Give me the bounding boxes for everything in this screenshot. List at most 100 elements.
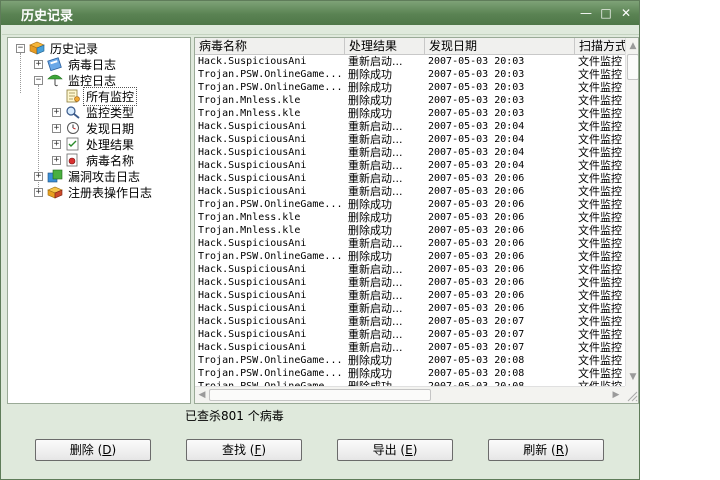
vertical-scroll-thumb[interactable] [627,54,638,80]
history-grid[interactable]: 病毒名称 处理结果 发现日期 扫描方式 Hack.SuspiciousAni 重新… [194,37,639,404]
table-row[interactable]: Hack.SuspiciousAni 重新启动... 2007-05-03 20:0… [195,159,625,172]
expand-icon[interactable]: + [52,107,61,117]
cell-virus-name: Trojan.PSW.OnlineGame... [198,69,343,80]
table-row[interactable]: Hack.SuspiciousAni 重新启动... 2007-05-03 20:0… [195,55,625,68]
history-window: 历史记录 — □ ✕ − 历史记录 + 病毒日志 − 监控日志 所有监控 + 监… [0,0,640,480]
find-button-key: F [254,443,262,457]
refresh-button-key: R [555,443,565,457]
scroll-up-icon[interactable]: ▲ [626,39,638,53]
expand-icon[interactable]: + [52,155,61,165]
tree-node-found-date[interactable]: + 发现日期 [52,120,136,136]
horizontal-scroll-thumb[interactable] [209,389,431,401]
history-tree[interactable]: − 历史记录 + 病毒日志 − 监控日志 所有监控 + 监控类型 + 发现日期 … [7,37,191,404]
scroll-left-icon[interactable]: ◀ [195,388,209,402]
tree-node-root[interactable]: − 历史记录 [16,40,100,56]
vertical-scrollbar[interactable]: ▲ ▼ [625,38,638,386]
tree-node-virus-name[interactable]: + 病毒名称 [52,152,136,168]
tree-label-found-date[interactable]: 发现日期 [84,120,136,137]
tree-label-monitor-type[interactable]: 监控类型 [84,104,136,121]
cell-virus-name: Trojan.Mnless.kle [198,108,301,119]
cell-date: 2007-05-03 20:08 [428,368,525,379]
expand-icon[interactable]: + [34,171,43,181]
table-row[interactable]: Trojan.PSW.OnlineGame... 删除成功 2007-05-03 2… [195,354,625,367]
table-row[interactable]: Hack.SuspiciousAni 重新启动... 2007-05-03 20:0… [195,276,625,289]
tree-root-label[interactable]: 历史记录 [48,40,100,57]
find-button[interactable]: 查找 (F) [186,439,302,461]
table-row[interactable]: Trojan.Mnless.kle 删除成功 2007-05-03 20:03 文件监… [195,94,625,107]
cell-virus-name: Hack.SuspiciousAni [198,160,307,171]
table-row[interactable]: Hack.SuspiciousAni 重新启动... 2007-05-03 20:0… [195,328,625,341]
table-row[interactable]: Hack.SuspiciousAni 重新启动... 2007-05-03 20:0… [195,315,625,328]
collapse-icon[interactable]: − [34,75,43,85]
tree-node-virus-log[interactable]: + 病毒日志 [34,56,118,72]
title-bar[interactable]: 历史记录 — □ ✕ [1,1,639,25]
cell-virus-name: Trojan.Mnless.kle [198,212,301,223]
cell-scan-mode: 文件监控 [578,328,622,341]
column-header-result[interactable]: 处理结果 [345,38,425,55]
maximize-icon[interactable]: □ [599,6,613,20]
cell-result: 重新启动... [348,341,403,354]
expand-icon[interactable]: + [52,123,61,133]
table-row[interactable]: Trojan.PSW.OnlineGame... 删除成功 2007-05-03 2… [195,367,625,380]
table-row[interactable]: Trojan.PSW.OnlineGame... 删除成功 2007-05-03 2… [195,198,625,211]
table-row[interactable]: Trojan.PSW.OnlineGame... 删除成功 2007-05-03 2… [195,81,625,94]
cell-date: 2007-05-03 20:06 [428,212,525,223]
tree-node-registry-log[interactable]: + 注册表操作日志 [34,184,154,200]
tree-label-virus-name[interactable]: 病毒名称 [84,152,136,169]
table-row[interactable]: Hack.SuspiciousAni 重新启动... 2007-05-03 20:0… [195,172,625,185]
scroll-right-icon[interactable]: ▶ [609,388,623,402]
cell-result: 删除成功 [348,224,392,237]
exploit-icon [47,169,63,183]
expand-icon[interactable]: + [52,139,61,149]
horizontal-scrollbar[interactable]: ◀ ▶ [195,386,625,403]
cell-date: 2007-05-03 20:06 [428,264,525,275]
cell-virus-name: Hack.SuspiciousAni [198,238,307,249]
cell-result: 删除成功 [348,81,392,94]
tree-label-virus-log[interactable]: 病毒日志 [66,56,118,73]
cell-virus-name: Hack.SuspiciousAni [198,134,307,145]
close-icon[interactable]: ✕ [619,6,633,20]
refresh-button[interactable]: 刷新 (R) [488,439,604,461]
table-row[interactable]: Trojan.Mnless.kle 删除成功 2007-05-03 20:03 文件监… [195,107,625,120]
table-row[interactable]: Hack.SuspiciousAni 重新启动... 2007-05-03 20:0… [195,146,625,159]
table-row[interactable]: Hack.SuspiciousAni 重新启动... 2007-05-03 20:0… [195,341,625,354]
cell-result: 重新启动... [348,159,403,172]
cell-date: 2007-05-03 20:07 [428,329,525,340]
table-row[interactable]: Hack.SuspiciousAni 重新启动... 2007-05-03 20:0… [195,237,625,250]
collapse-icon[interactable]: − [16,43,25,53]
tree-label-monitor-log[interactable]: 监控日志 [66,72,118,89]
expand-icon[interactable]: + [34,187,43,197]
table-row[interactable]: Trojan.PSW.OnlineGame... 删除成功 2007-05-03 2… [195,250,625,263]
table-row[interactable]: Trojan.Mnless.kle 删除成功 2007-05-03 20:06 文件监… [195,224,625,237]
tree-node-monitor-type[interactable]: + 监控类型 [52,104,136,120]
umbrella-icon [47,74,63,87]
table-row[interactable]: Hack.SuspiciousAni 重新启动... 2007-05-03 20:0… [195,120,625,133]
tree-label-result[interactable]: 处理结果 [84,136,136,153]
scroll-down-icon[interactable]: ▼ [626,370,638,384]
cell-scan-mode: 文件监控 [578,185,622,198]
table-row[interactable]: Trojan.Mnless.kle 删除成功 2007-05-03 20:06 文件监… [195,211,625,224]
export-button[interactable]: 导出 (E) [337,439,453,461]
column-header-scan-mode[interactable]: 扫描方式 [575,38,625,55]
tree-label-exploit-log[interactable]: 漏洞攻击日志 [66,168,142,185]
refresh-button-label: 刷新 [523,443,548,457]
table-row[interactable]: Hack.SuspiciousAni 重新启动... 2007-05-03 20:0… [195,133,625,146]
tree-node-monitor-log[interactable]: − 监控日志 [34,72,118,88]
table-row[interactable]: Hack.SuspiciousAni 重新启动... 2007-05-03 20:0… [195,263,625,276]
table-row[interactable]: Trojan.PSW.OnlineGame... 删除成功 2007-05-03 2… [195,68,625,81]
tree-label-registry-log[interactable]: 注册表操作日志 [66,184,154,201]
tree-label-all-monitor[interactable]: 所有监控 [82,86,138,106]
resize-grip-icon[interactable] [625,386,638,403]
column-header-virus-name[interactable]: 病毒名称 [195,38,345,55]
delete-button[interactable]: 删除 (D) [35,439,151,461]
expand-icon[interactable]: + [34,59,43,69]
table-row[interactable]: Hack.SuspiciousAni 重新启动... 2007-05-03 20:0… [195,185,625,198]
table-row[interactable]: Hack.SuspiciousAni 重新启动... 2007-05-03 20:0… [195,302,625,315]
history-folder-icon [29,41,45,55]
tree-node-exploit-log[interactable]: + 漏洞攻击日志 [34,168,142,184]
tree-node-all-monitor[interactable]: 所有监控 [52,86,138,106]
column-header-date[interactable]: 发现日期 [425,38,575,55]
table-row[interactable]: Hack.SuspiciousAni 重新启动... 2007-05-03 20:0… [195,289,625,302]
tree-node-result[interactable]: + 处理结果 [52,136,136,152]
minimize-icon[interactable]: — [579,6,593,20]
